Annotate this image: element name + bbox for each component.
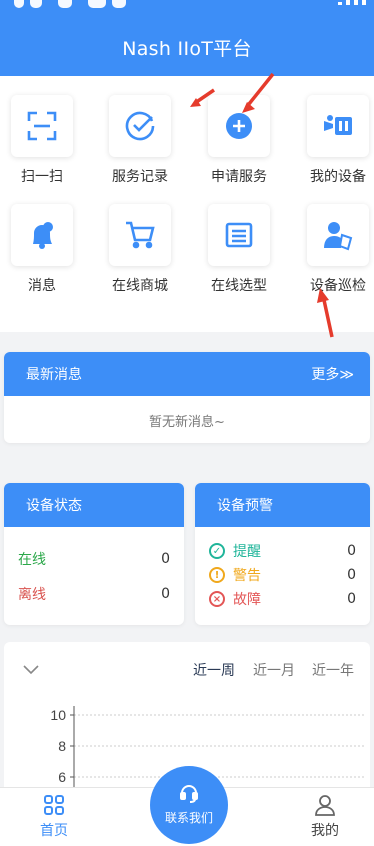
- status-offline-row: 离线 0: [18, 584, 170, 604]
- online-count: 0: [161, 551, 170, 567]
- empty-message-text: 暂无新消息~: [149, 415, 225, 430]
- warn-label: 警告: [233, 568, 261, 584]
- status-online-row: 在线 0: [18, 549, 170, 569]
- app-header: Nash IIoT平台: [0, 0, 374, 76]
- quick-action-grid: 扫一扫 服务记录 申请服务 我的设备 消息 在线商城 在线选型 设备巡检: [0, 76, 374, 332]
- quick-action-label: 申请服务: [211, 169, 267, 185]
- signal-icon: [338, 0, 366, 5]
- warning-icon: !: [209, 567, 225, 583]
- inspector-icon: [324, 222, 353, 251]
- tab-mine-label: 我的: [311, 823, 339, 839]
- camera-icon: [324, 115, 352, 135]
- chevron-down-icon[interactable]: [22, 664, 40, 676]
- tab-year[interactable]: 近一年: [312, 660, 354, 680]
- quick-action-label: 在线商城: [112, 278, 168, 294]
- headset-icon: [180, 785, 198, 803]
- tab-month[interactable]: 近一月: [253, 660, 295, 680]
- device-status-card[interactable]: 设备状态 在线 0 离线 0: [4, 483, 184, 625]
- online-label: 在线: [18, 552, 46, 568]
- quick-action-label: 服务记录: [112, 169, 168, 185]
- quick-action-service-records[interactable]: 服务记录: [108, 95, 172, 186]
- device-alert-title: 设备预警: [195, 483, 370, 527]
- user-icon: [315, 795, 335, 816]
- tab-home[interactable]: 首页: [24, 794, 84, 840]
- fault-count: 0: [347, 591, 356, 607]
- quick-action-label: 扫一扫: [21, 169, 63, 185]
- alert-warn-row: ! 警告 0: [209, 565, 356, 585]
- page-title: Nash IIoT平台: [122, 38, 252, 60]
- quick-action-device-inspection[interactable]: 设备巡检: [306, 204, 370, 295]
- device-alert-card[interactable]: 设备预警 ✓ 提醒 0 ! 警告 0 × 故障 0: [195, 483, 370, 625]
- home-grid-icon: [44, 795, 64, 815]
- messages-title: 最新消息: [26, 367, 82, 383]
- fault-label: 故障: [233, 592, 261, 608]
- quick-action-apply-service[interactable]: 申请服务: [207, 95, 271, 186]
- quick-action-label: 我的设备: [310, 169, 366, 185]
- device-status-title: 设备状态: [4, 483, 184, 527]
- check-circle-icon: [125, 111, 155, 141]
- remind-count: 0: [347, 543, 356, 559]
- bell-icon: [33, 222, 53, 249]
- quick-action-online-selection[interactable]: 在线选型: [207, 204, 271, 295]
- plus-circle-icon: [226, 113, 252, 139]
- contact-us-label: 联系我们: [164, 811, 213, 825]
- offline-label: 离线: [18, 587, 46, 603]
- tab-week[interactable]: 近一周: [193, 660, 235, 680]
- y-tick-label: 8: [58, 738, 66, 754]
- warn-count: 0: [347, 567, 356, 583]
- quick-action-my-devices[interactable]: 我的设备: [306, 95, 370, 186]
- remind-label: 提醒: [233, 544, 261, 560]
- more-link[interactable]: 更多≫: [311, 364, 354, 384]
- status-bar: [0, 0, 374, 14]
- y-tick-label: 10: [50, 707, 66, 723]
- check-icon: ✓: [209, 543, 225, 559]
- quick-action-label: 消息: [28, 278, 56, 294]
- y-tick-label: 6: [58, 769, 66, 785]
- cart-icon: [126, 221, 155, 249]
- fault-x-icon: ×: [209, 591, 225, 607]
- quick-action-online-store[interactable]: 在线商城: [108, 204, 172, 295]
- scan-icon: [27, 111, 57, 141]
- alert-fault-row: × 故障 0: [209, 589, 356, 609]
- tab-mine[interactable]: 我的: [295, 794, 355, 840]
- latest-messages-card: 最新消息 更多≫ 暂无新消息~: [4, 352, 370, 443]
- contact-us-button[interactable]: 联系我们: [150, 766, 228, 844]
- quick-action-label: 在线选型: [211, 278, 267, 294]
- quick-action-messages[interactable]: 消息: [10, 204, 74, 295]
- tab-home-label: 首页: [40, 823, 68, 839]
- messages-header: 最新消息 更多≫: [4, 352, 370, 396]
- list-icon: [225, 222, 253, 248]
- quick-action-label: 设备巡检: [310, 278, 366, 294]
- offline-count: 0: [161, 586, 170, 602]
- alert-remind-row: ✓ 提醒 0: [209, 541, 356, 561]
- quick-action-scan[interactable]: 扫一扫: [10, 95, 74, 186]
